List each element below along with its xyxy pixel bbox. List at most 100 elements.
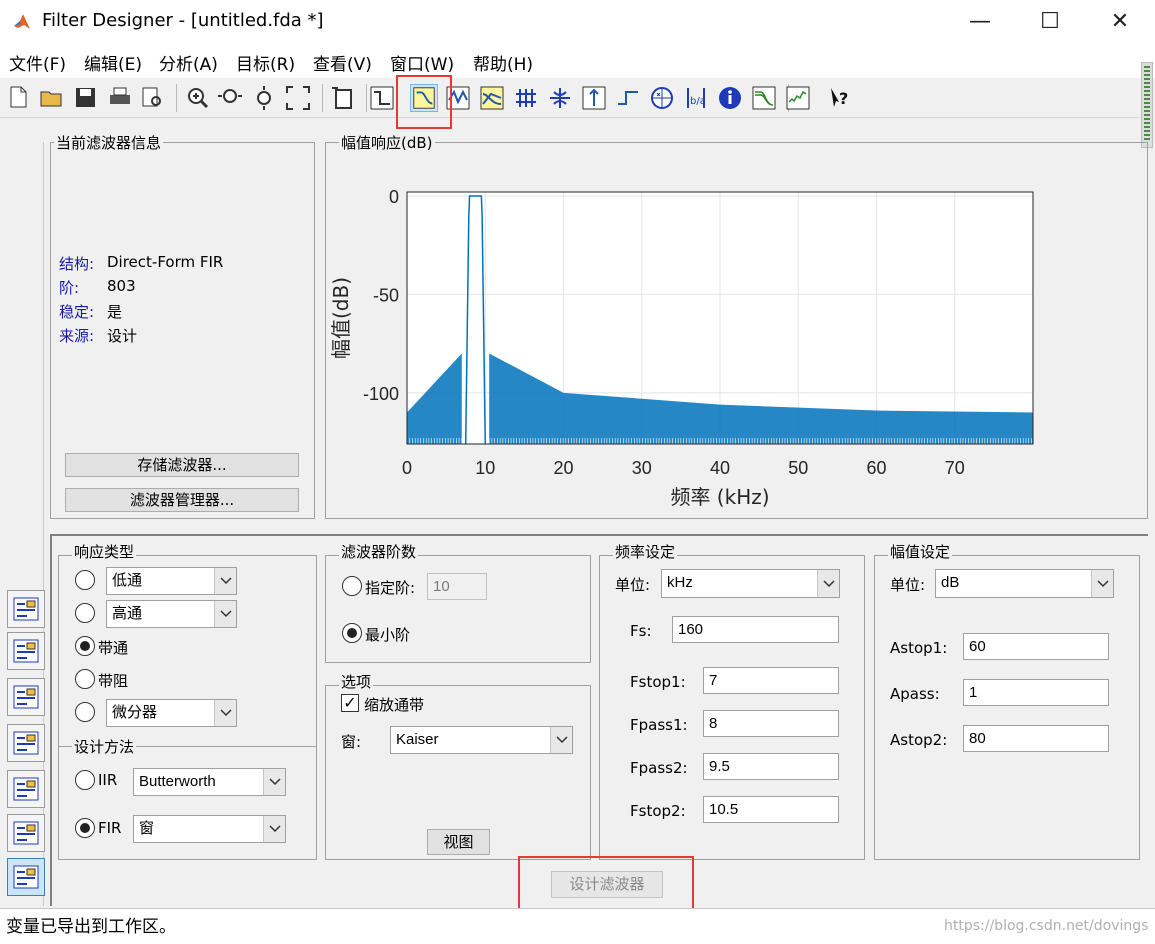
response-select-value: 微分器 [112, 704, 158, 721]
x-tick-label: 10 [475, 458, 495, 478]
view-button[interactable]: 视图 [427, 829, 490, 855]
group-delay-icon[interactable] [512, 84, 540, 112]
response-radio[interactable] [75, 636, 95, 656]
round-off-noise-icon[interactable] [784, 84, 812, 112]
window-select[interactable]: Kaiser [390, 726, 573, 754]
mag-unit-select[interactable]: dB [935, 569, 1114, 598]
mag-field-label: Astop2: [890, 731, 948, 749]
response-select[interactable]: 高通 [106, 600, 237, 628]
info-value: 803 [107, 277, 136, 295]
scale-passband-checkbox[interactable]: ✓ [341, 694, 359, 712]
new-file-icon[interactable] [5, 84, 33, 112]
open-folder-icon[interactable] [38, 84, 66, 112]
y-tick-label: 0 [389, 187, 399, 207]
menu-window[interactable]: 窗口(W) [390, 50, 454, 75]
transform-filter-icon[interactable] [7, 590, 45, 628]
menu-analysis[interactable]: 分析(A) [159, 50, 218, 75]
magnitude-spec-title: 幅值设定 [888, 541, 953, 562]
info-key: 来源: [59, 327, 95, 345]
response-radio[interactable] [75, 669, 95, 689]
response-label: 带阻 [98, 672, 129, 690]
zoom-y-icon[interactable] [250, 84, 278, 112]
fir-method-value: 窗 [139, 820, 155, 837]
zoom-in-icon[interactable] [184, 84, 212, 112]
freq-field-input[interactable]: 10.5 [703, 796, 839, 823]
filter-info-icon[interactable] [716, 84, 744, 112]
freq-unit-select[interactable]: kHz [661, 569, 840, 598]
response-radio[interactable] [75, 702, 95, 722]
zoom-x-icon[interactable] [216, 84, 244, 112]
order-input[interactable]: 10 [427, 573, 487, 600]
freq-field-input[interactable]: 160 [672, 616, 839, 643]
filter-coefficients-icon[interactable]: b/a [682, 84, 710, 112]
mag-field-input[interactable]: 60 [963, 633, 1109, 660]
menu-edit[interactable]: 编辑(E) [84, 50, 142, 75]
menu-targets[interactable]: 目标(R) [236, 50, 295, 75]
response-radio[interactable] [75, 603, 95, 623]
info-value: 设计 [107, 327, 138, 345]
iir-method-value: Butterworth [139, 773, 216, 790]
scrollbar[interactable] [1141, 62, 1153, 148]
annotation-highlight [518, 856, 694, 915]
menu-view[interactable]: 查看(V) [313, 50, 372, 75]
magnitude-phase-icon[interactable] [478, 84, 506, 112]
response-select[interactable]: 微分器 [106, 699, 237, 727]
full-view-icon[interactable] [284, 84, 312, 112]
print-icon[interactable] [106, 84, 134, 112]
pole-zero-icon[interactable] [648, 84, 676, 112]
mag-unit-value: dB [941, 574, 960, 591]
impulse-response-icon[interactable] [580, 84, 608, 112]
freq-field-label: Fs: [630, 622, 652, 640]
step-response-icon[interactable] [614, 84, 642, 112]
filter-specs-icon[interactable] [368, 84, 396, 112]
watermark: https://blog.csdn.net/dovings [944, 918, 1149, 934]
freq-field-input[interactable]: 7 [703, 667, 839, 694]
menu-help[interactable]: 帮助(H) [473, 50, 533, 75]
iir-method-select[interactable]: Butterworth [133, 768, 286, 796]
whats-this-icon[interactable]: ? [826, 84, 854, 112]
mag-field-label: Astop1: [890, 639, 948, 657]
pole-zero-editor-icon[interactable] [7, 770, 45, 808]
magnitude-estimate-icon[interactable] [750, 84, 778, 112]
freq-field-label: Fpass1: [630, 716, 688, 734]
filter-manager-button[interactable]: 滤波器管理器... [65, 488, 299, 512]
chevron-down-icon [817, 570, 839, 597]
iir-radio[interactable] [75, 770, 95, 790]
frequency-spec-title: 频率设定 [613, 541, 678, 562]
import-filter-icon[interactable] [7, 814, 45, 852]
design-filter-panel-icon[interactable] [7, 858, 45, 896]
min-order-radio[interactable] [342, 623, 362, 643]
freq-field-input[interactable]: 8 [703, 710, 839, 737]
maximize-button[interactable]: ☐ [1020, 4, 1080, 40]
fir-label: FIR [98, 819, 122, 837]
chevron-down-icon [550, 727, 572, 753]
response-type-title: 响应类型 [72, 541, 137, 562]
print-preview-icon[interactable] [138, 84, 166, 112]
fir-radio[interactable] [75, 818, 95, 838]
store-filter-button[interactable]: 存储滤波器... [65, 453, 299, 477]
minimize-button[interactable]: — [950, 4, 1010, 40]
annotation-highlight [396, 75, 452, 129]
mag-field-input[interactable]: 80 [963, 725, 1109, 752]
close-button[interactable]: ✕ [1090, 4, 1150, 40]
response-radio[interactable] [75, 570, 95, 590]
info-value: Direct-Form FIR [107, 253, 224, 271]
quantize-filter-icon[interactable] [7, 678, 45, 716]
freq-field-input[interactable]: 9.5 [703, 753, 839, 780]
phase-delay-icon[interactable] [546, 84, 574, 112]
mag-field-input[interactable]: 1 [963, 679, 1109, 706]
save-icon[interactable] [72, 84, 100, 112]
y-tick-label: -50 [373, 285, 399, 305]
new-figure-icon[interactable] [328, 84, 356, 112]
freq-field-label: Fstop2: [630, 802, 686, 820]
chevron-down-icon [263, 816, 285, 842]
create-multirate-icon[interactable] [7, 632, 45, 670]
fir-method-select[interactable]: 窗 [133, 815, 286, 843]
status-text: 变量已导出到工作区。 [6, 917, 176, 937]
specify-order-radio[interactable] [342, 576, 362, 596]
x-tick-label: 40 [710, 458, 730, 478]
response-select[interactable]: 低通 [106, 567, 237, 595]
svg-text:b/a: b/a [690, 96, 706, 107]
menu-file[interactable]: 文件(F) [9, 50, 66, 75]
realize-model-icon[interactable] [7, 724, 45, 762]
